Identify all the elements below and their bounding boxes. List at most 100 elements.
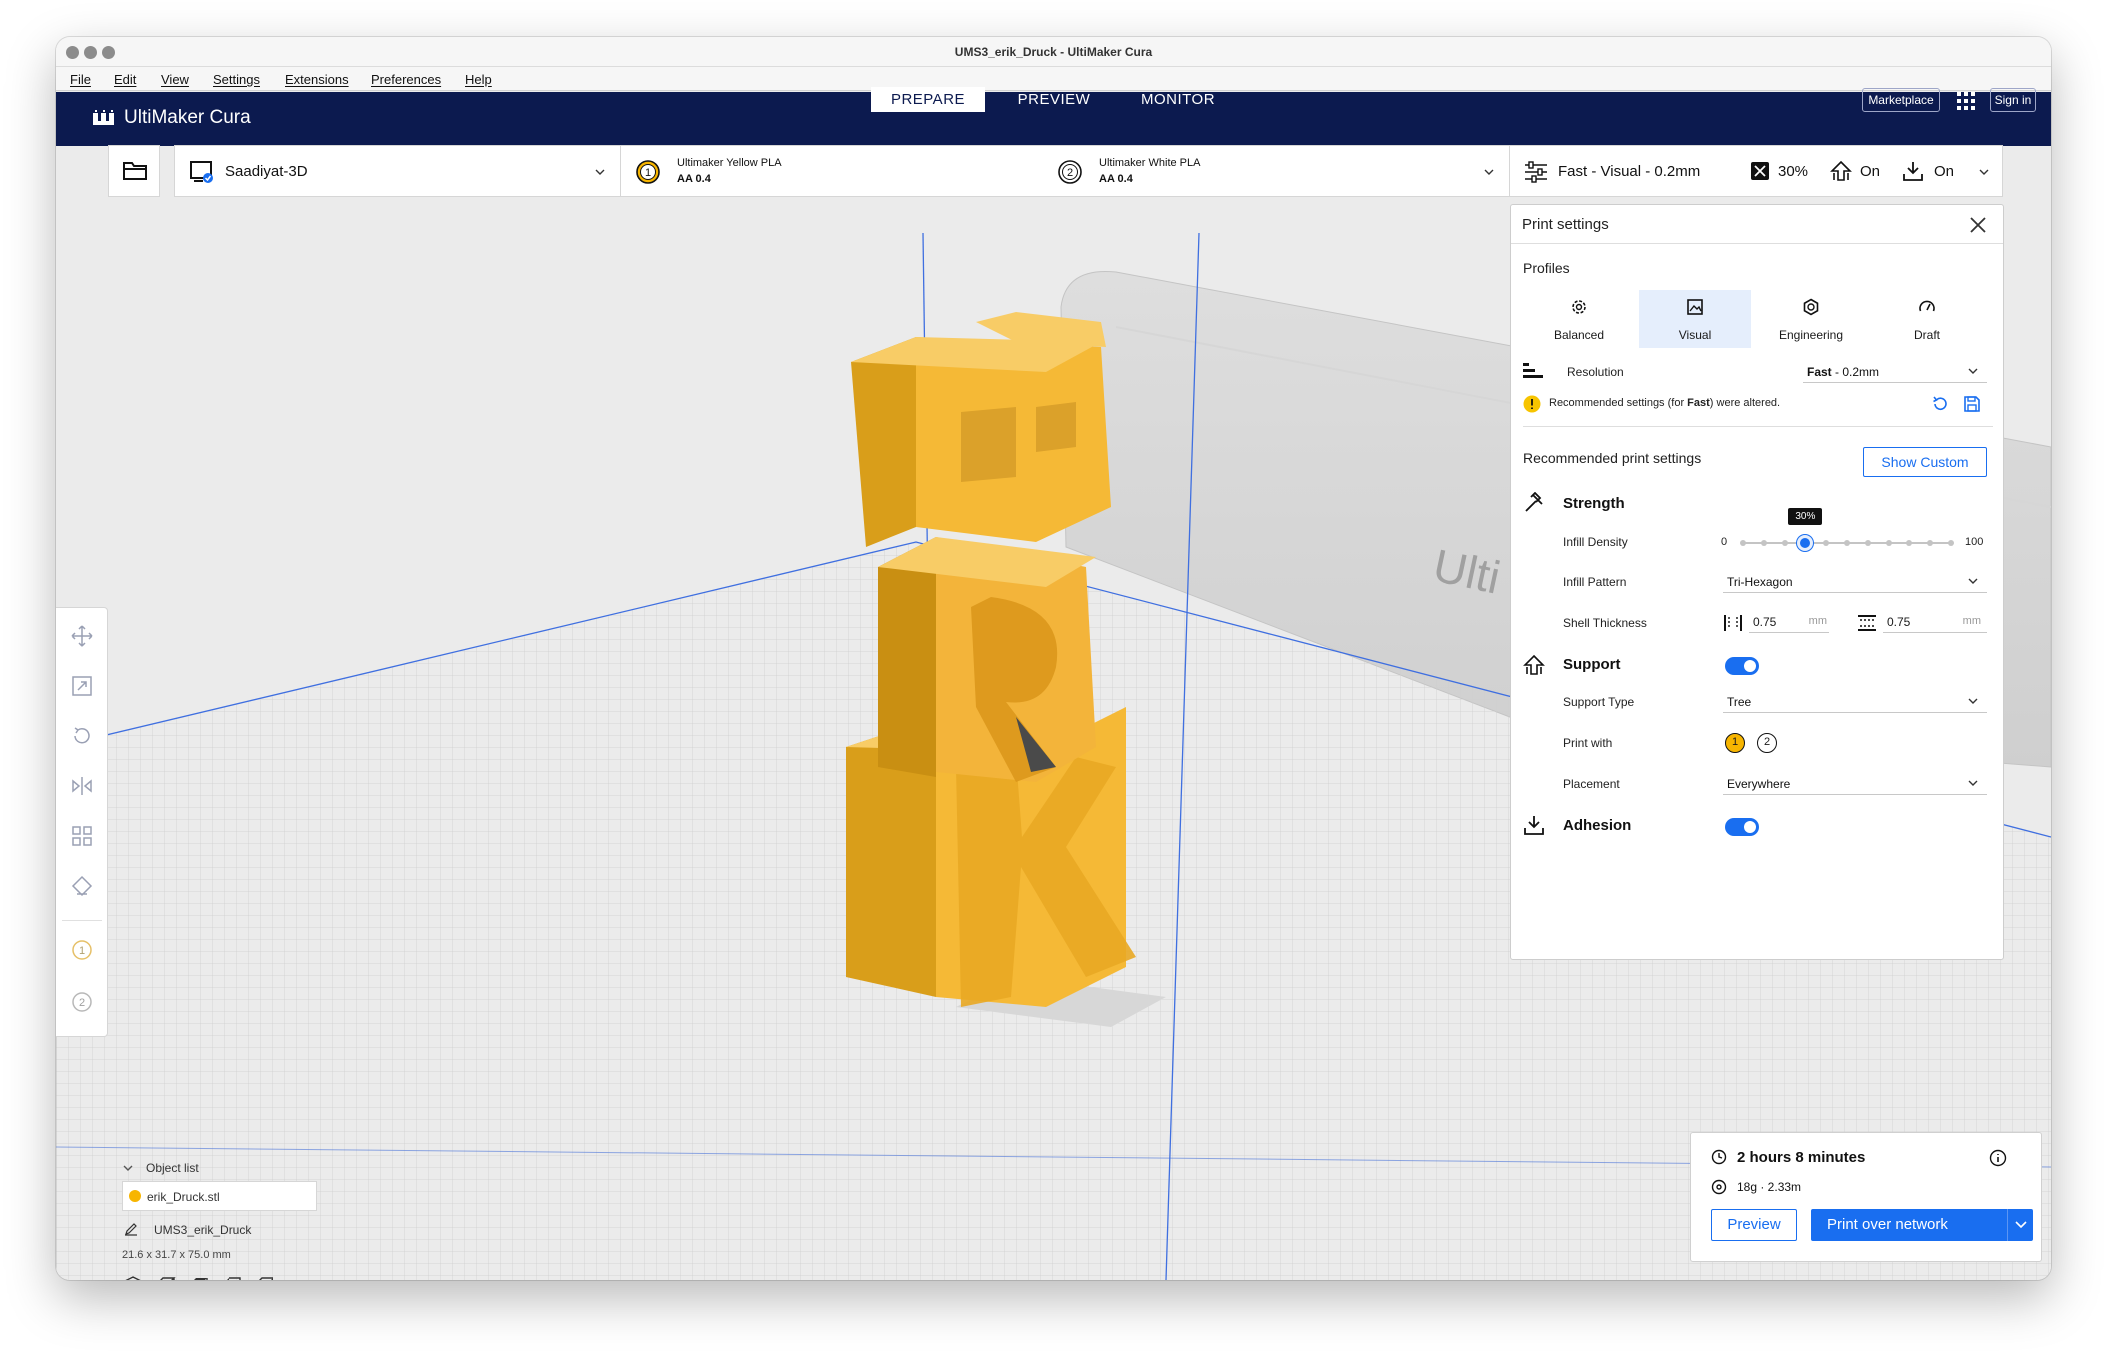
support-blocker-icon[interactable] [70,874,94,898]
profile-draft[interactable]: Draft [1871,290,1983,348]
shell-thickness-label: Shell Thickness [1563,616,1647,630]
per-model-settings-icon[interactable] [70,824,94,848]
resolution-dropdown[interactable]: Fast - 0.2mm [1803,361,1987,383]
placement-value: Everywhere [1727,777,1791,791]
print-settings-panel: Print settings Profiles Balanced Visual … [1510,204,2004,960]
app-logo: UltiMaker Cura [92,107,251,129]
extruder-2-tool-icon[interactable]: 2 [70,990,94,1014]
extruder-configuration[interactable]: 1 Ultimaker Yellow PLA AA 0.4 2 Ultimake… [620,145,1510,197]
preview-button[interactable]: Preview [1711,1209,1797,1241]
front-view-icon[interactable] [155,1275,177,1280]
svg-text:1: 1 [645,167,651,179]
top-view-icon[interactable] [188,1275,210,1280]
title-bar: UMS3_erik_Druck - UltiMaker Cura [56,37,2051,67]
chevron-down-icon[interactable] [122,1160,136,1172]
extruder-2-core: AA 0.4 [1099,173,1133,185]
wall-thickness-input[interactable]: 0.75 mm [1749,611,1829,633]
tab-monitor[interactable]: MONITOR [1126,87,1230,112]
project-name[interactable]: UMS3_erik_Druck [154,1223,251,1237]
object-filename: erik_Druck.stl [147,1190,220,1204]
resolution-layers-icon [1523,363,1543,378]
support-type-dropdown[interactable]: Tree [1723,691,1987,713]
menu-view[interactable]: View [161,72,189,87]
chevron-down-icon [1979,169,1989,175]
support-section: Support [1563,656,1621,673]
slider-tick [1864,540,1871,546]
sign-in-button[interactable]: Sign in [1990,88,2036,112]
print-with-label: Print with [1563,736,1613,750]
panel-title: Print settings [1522,216,1609,233]
printer-name: Saadiyat-3D [225,163,308,180]
top-bottom-thickness-input[interactable]: 0.75 mm [1883,611,1987,633]
printer-network-icon [190,161,213,183]
support-extruder-1-button[interactable]: 1 [1725,733,1745,753]
wall-thickness-icon [1724,615,1742,631]
slider-tick [1740,540,1746,546]
support-extruder-2-button[interactable]: 2 [1757,733,1777,753]
recommended-settings-label: Recommended print settings [1523,450,1702,466]
tab-prepare[interactable]: PREPARE [871,87,985,112]
chevron-down-icon [1968,698,1978,704]
menu-preferences[interactable]: Preferences [371,72,441,87]
infill-density-label: Infill Density [1563,535,1628,549]
chevron-down-icon [1968,578,1978,584]
extruder-1-tool-icon[interactable]: 1 [70,938,94,962]
profile-engineering[interactable]: Engineering [1755,290,1867,348]
placement-dropdown[interactable]: Everywhere [1723,773,1987,795]
adhesion-section: Adhesion [1563,817,1632,834]
clock-icon [1711,1149,1727,1165]
profile-balanced[interactable]: Balanced [1523,290,1635,348]
menu-file[interactable]: File [70,72,91,87]
placement-label: Placement [1563,777,1620,791]
support-toggle[interactable] [1725,657,1759,675]
object-list-toggle[interactable]: Object list [146,1161,199,1175]
right-view-icon[interactable] [254,1275,276,1280]
menu-settings[interactable]: Settings [213,72,260,87]
left-view-icon[interactable] [221,1275,243,1280]
print-options-dropdown[interactable] [2007,1209,2033,1241]
material-estimate: 18g · 2.33m [1737,1180,1802,1194]
sliders-icon [1525,161,1547,183]
mirror-tool-icon[interactable] [70,774,94,798]
rotate-tool-icon[interactable] [70,724,94,748]
strength-section: Strength [1563,495,1625,512]
reset-icon[interactable] [1931,395,1949,413]
chevron-down-icon [1484,169,1494,175]
infill-pattern-dropdown[interactable]: Tri-Hexagon [1723,571,1987,593]
close-icon[interactable] [1969,216,1987,234]
infill-pattern-value: Tri-Hexagon [1727,575,1793,589]
infill-slider-handle[interactable] [1797,535,1814,551]
open-file-button[interactable] [108,145,160,197]
tab-preview[interactable]: PREVIEW [1002,87,1106,112]
info-icon[interactable] [1989,1149,2007,1167]
marketplace-button[interactable]: Marketplace [1862,88,1940,112]
adhesion-toggle[interactable] [1725,818,1759,836]
object-list-item[interactable]: erik_Druck.stl [122,1181,317,1211]
infill-density-slider[interactable]: 30% [1740,508,1954,552]
menu-extensions[interactable]: Extensions [285,72,349,87]
print-over-network-button[interactable]: Print over network [1811,1209,2007,1241]
spool-icon [1711,1179,1727,1195]
svg-text:2: 2 [79,997,85,1009]
save-icon[interactable] [1963,395,1981,413]
application-window: UMS3_erik_Druck - UltiMaker Cura File Ed… [56,37,2051,1280]
svg-text:2: 2 [1067,167,1073,179]
slider-tick [1844,540,1850,546]
menu-help[interactable]: Help [465,72,492,87]
printer-selector[interactable]: Saadiyat-3D [174,145,621,197]
print-settings-summary[interactable]: Fast - Visual - 0.2mm 30% On On [1509,145,2003,197]
show-custom-button[interactable]: Show Custom [1863,447,1987,477]
profile-visual[interactable]: Visual [1639,290,1751,348]
profiles-label: Profiles [1523,260,1570,276]
slider-tick [1906,540,1913,546]
top-bottom-thickness-icon [1858,615,1876,631]
chevron-down-icon [2015,1221,2027,1229]
3d-view-icon[interactable] [122,1275,144,1280]
apps-grid-icon[interactable] [1956,91,1976,111]
move-tool-icon[interactable] [70,624,94,648]
pencil-icon[interactable] [124,1222,138,1236]
menu-edit[interactable]: Edit [114,72,136,87]
scale-tool-icon[interactable] [70,674,94,698]
engineering-nut-icon [1803,298,1819,316]
slider-tick [1885,540,1892,546]
